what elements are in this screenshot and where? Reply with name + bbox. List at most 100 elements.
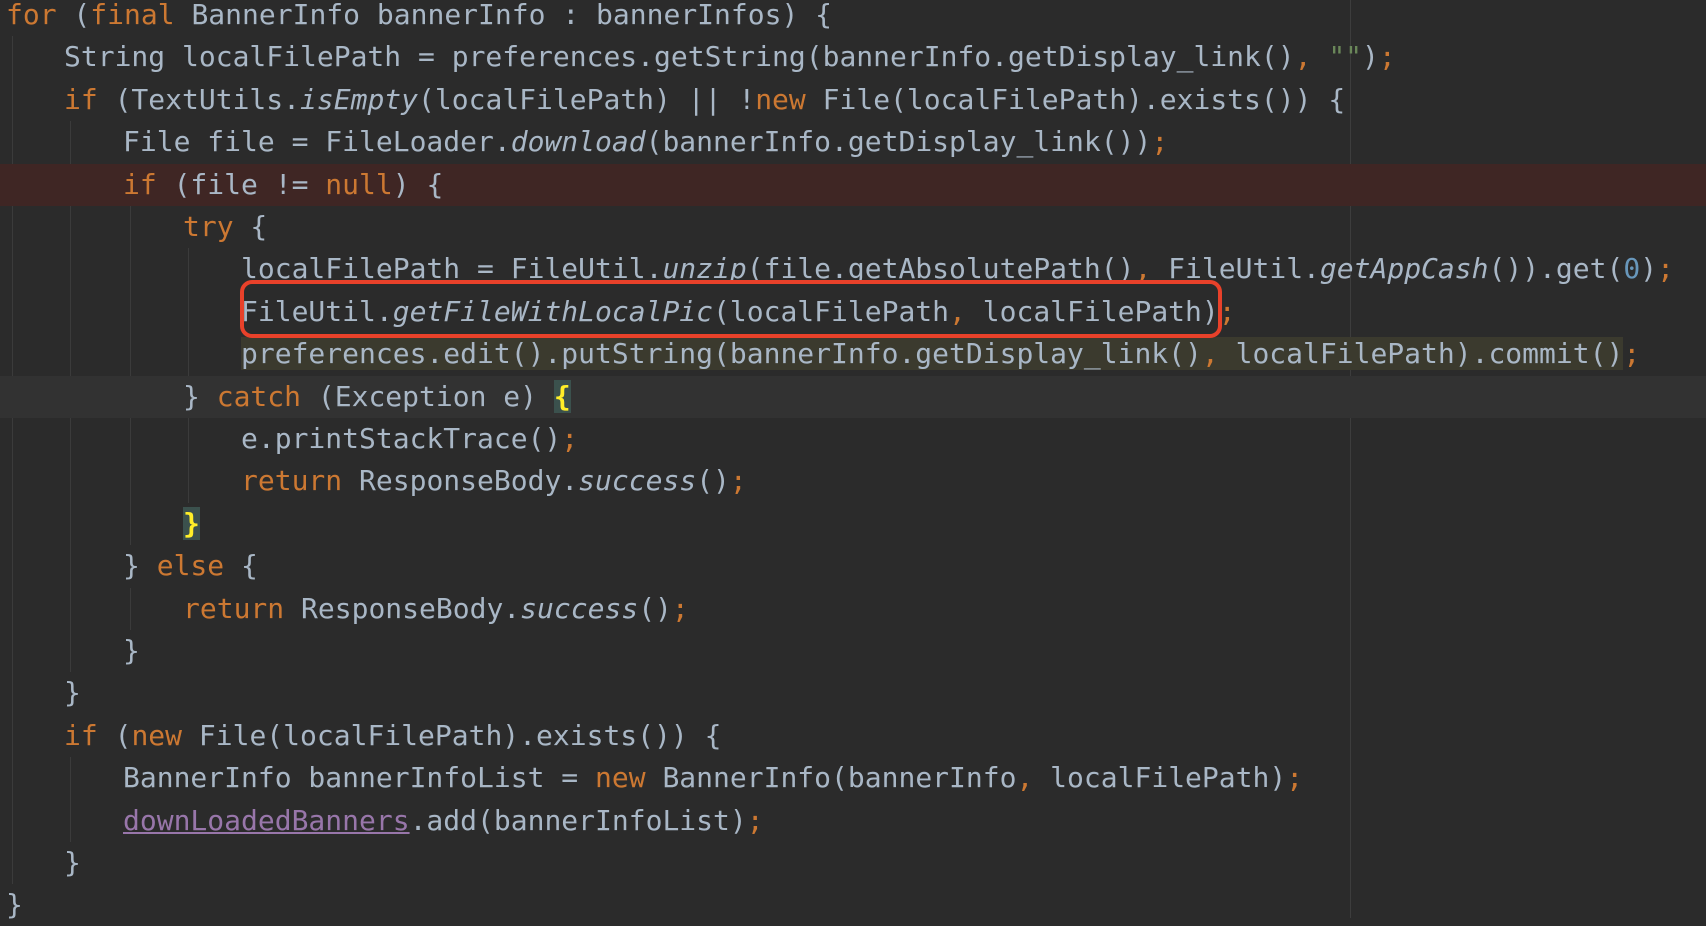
code-token: BannerInfo bannerInfo : bannerInfos) {	[174, 0, 833, 31]
code-token: success	[578, 464, 697, 498]
code-line[interactable]: } catch (Exception e) {	[0, 375, 1706, 418]
code-token: )	[1362, 40, 1379, 74]
code-line-text: for (final BannerInfo bannerInfo : banne…	[6, 0, 832, 36]
code-line[interactable]: }	[0, 842, 1706, 884]
code-line[interactable]: return ResponseBody.success();	[0, 460, 1706, 502]
code-line-text: return ResponseBody.success();	[241, 460, 747, 502]
code-token: final	[90, 0, 175, 31]
code-line-text: e.printStackTrace();	[241, 418, 578, 460]
code-line-text: }	[183, 503, 200, 545]
code-token: ""	[1328, 40, 1363, 74]
code-token: ;	[1623, 337, 1641, 371]
code-line[interactable]: }	[0, 672, 1706, 714]
code-line[interactable]: try {	[0, 206, 1706, 248]
code-line[interactable]: preferences.edit().putString(bannerInfo.…	[0, 333, 1706, 375]
code-token: {	[553, 379, 571, 413]
code-token: ;	[746, 803, 764, 837]
code-line-text: preferences.edit().putString(bannerInfo.…	[241, 333, 1640, 375]
code-token: else	[156, 549, 225, 583]
code-line[interactable]: }	[0, 630, 1706, 672]
code-token: new	[595, 761, 646, 795]
code-token: (TextUtils.	[97, 82, 301, 116]
code-line[interactable]: } else {	[0, 545, 1706, 587]
code-token: ResponseBody.	[342, 464, 579, 498]
code-editor[interactable]: for (final BannerInfo bannerInfo : banne…	[0, 0, 1706, 921]
code-token: (localFilePath) || !	[418, 82, 756, 116]
code-token: ;	[1151, 125, 1169, 159]
code-token: ;	[561, 422, 579, 455]
code-line[interactable]: e.printStackTrace();	[0, 418, 1706, 460]
code-token: (bannerInfo.getDisplay_link())	[645, 125, 1152, 159]
code-token: File(localFilePath).exists()) {	[182, 718, 722, 752]
code-token: }	[123, 634, 140, 667]
code-token: BannerInfo(bannerInfo	[645, 761, 1017, 795]
code-line-text: try {	[183, 206, 267, 248]
code-line-text: if (TextUtils.isEmpty(localFilePath) || …	[64, 79, 1345, 121]
code-token: }	[64, 846, 81, 879]
code-token: }	[183, 379, 217, 413]
code-line[interactable]: if (file != null) {	[0, 163, 1706, 206]
code-line-text: File file = FileLoader.download(bannerIn…	[123, 121, 1168, 163]
code-token: (Exception e)	[301, 379, 554, 413]
code-token: localFilePath).commit()	[1218, 337, 1624, 371]
code-line[interactable]: downLoadedBanners.add(bannerInfoList);	[0, 800, 1706, 842]
code-token: new	[755, 82, 806, 116]
code-token: if	[64, 718, 98, 752]
code-token: downLoadedBanners	[123, 803, 410, 837]
code-line[interactable]: BannerInfo bannerInfoList = new BannerIn…	[0, 757, 1706, 799]
code-line[interactable]: if (TextUtils.isEmpty(localFilePath) || …	[0, 79, 1706, 121]
code-token: ResponseBody.	[284, 591, 521, 625]
code-token: (	[56, 0, 91, 31]
code-token: return	[241, 464, 343, 498]
code-token: e.printStackTrace()	[241, 422, 562, 455]
code-token: ()).get(	[1488, 252, 1624, 286]
code-line-text: String localFilePath = preferences.getSt…	[64, 36, 1396, 78]
code-line-text: downLoadedBanners.add(bannerInfoList);	[123, 800, 764, 842]
code-token: ;	[671, 591, 689, 625]
code-token: {	[224, 549, 258, 583]
code-token: }	[64, 676, 81, 710]
code-token: download	[510, 125, 646, 159]
code-token: null	[325, 167, 393, 201]
code-token: (	[97, 718, 132, 752]
code-line-text: }	[6, 884, 23, 926]
code-token: getAppCash	[1319, 252, 1489, 286]
code-token: (file !=	[156, 167, 326, 201]
code-token: ,	[1294, 40, 1312, 74]
code-token: BannerInfo bannerInfoList =	[123, 761, 596, 795]
code-token: String localFilePath = preferences.getSt…	[64, 40, 1295, 74]
code-line[interactable]: }	[0, 884, 1706, 926]
code-token: ) {	[392, 167, 444, 201]
code-token: for	[6, 0, 57, 31]
code-token: ;	[1657, 252, 1674, 286]
annotation-highlight-box	[240, 280, 1222, 338]
code-line-text: }	[64, 672, 81, 714]
code-token: }	[6, 888, 23, 922]
code-token: return	[183, 591, 285, 625]
code-token: ()	[638, 591, 672, 625]
code-token: File(localFilePath).exists()) {	[805, 82, 1346, 116]
code-token: success	[520, 591, 639, 625]
code-token: }	[183, 506, 200, 540]
code-line-text: BannerInfo bannerInfoList = new BannerIn…	[123, 757, 1303, 799]
code-line[interactable]: }	[0, 503, 1706, 545]
code-line[interactable]: for (final BannerInfo bannerInfo : banne…	[0, 0, 1706, 36]
code-token: 0	[1623, 252, 1641, 286]
code-line-text: } catch (Exception e) {	[183, 376, 571, 418]
code-line-text: if (new File(localFilePath).exists()) {	[64, 715, 721, 757]
code-token: {	[233, 210, 268, 243]
code-token: if	[123, 167, 157, 201]
code-line[interactable]: if (new File(localFilePath).exists()) {	[0, 715, 1706, 757]
code-token: ;	[1286, 761, 1304, 795]
code-token: catch	[216, 379, 302, 413]
code-line-text: return ResponseBody.success();	[183, 588, 689, 630]
code-token: new	[131, 718, 183, 752]
code-token: localFilePath)	[1033, 761, 1287, 795]
code-line[interactable]: String localFilePath = preferences.getSt…	[0, 36, 1706, 78]
code-line[interactable]: return ResponseBody.success();	[0, 588, 1706, 630]
code-token: ,	[1201, 337, 1219, 371]
code-token: }	[123, 549, 157, 583]
code-line[interactable]: File file = FileLoader.download(bannerIn…	[0, 121, 1706, 163]
code-token: ()	[696, 464, 730, 498]
